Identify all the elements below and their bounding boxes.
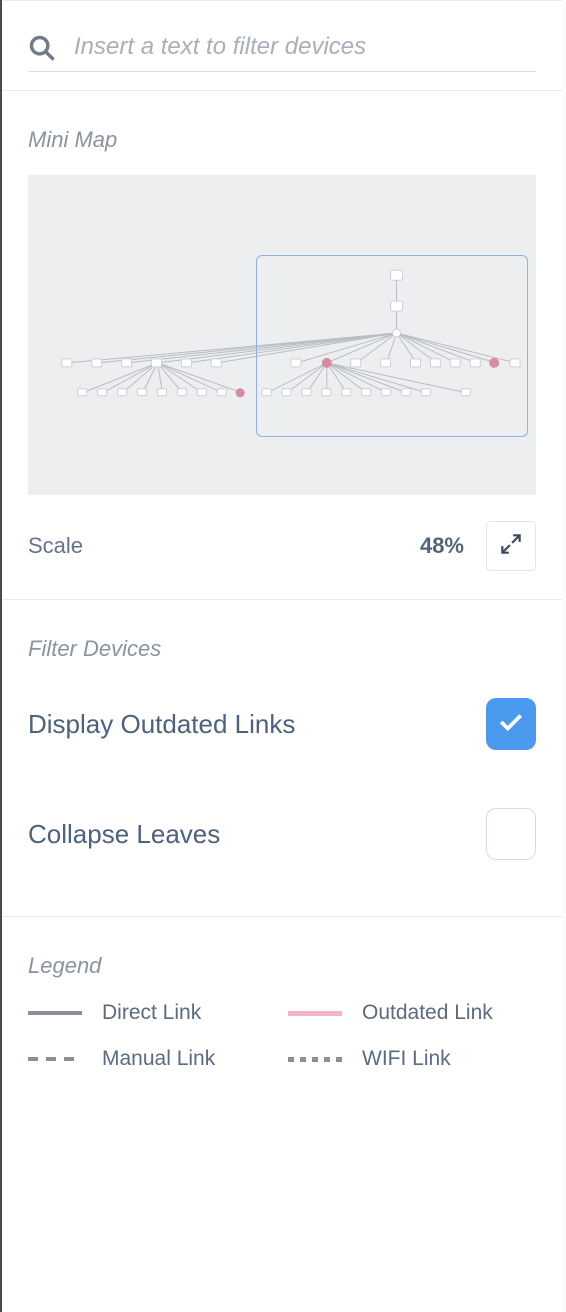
minimap-title: Mini Map xyxy=(28,127,536,153)
legend-label: Direct Link xyxy=(102,1001,201,1025)
filter-row-outdated: Display Outdated Links xyxy=(28,684,536,778)
scale-label: Scale xyxy=(28,533,83,559)
search-underline xyxy=(28,71,536,72)
legend-title: Legend xyxy=(28,953,536,979)
scale-value: 48% xyxy=(420,533,464,559)
search-row xyxy=(28,29,536,71)
minimap-viewport[interactable] xyxy=(256,255,528,437)
legend-label: Outdated Link xyxy=(362,1001,493,1025)
legend-section: Legend Direct Link Outdated Link Manual … xyxy=(2,917,562,1099)
search-icon xyxy=(28,34,56,67)
legend-swatch-solid-pink xyxy=(288,1011,342,1016)
legend-item-direct: Direct Link xyxy=(28,1001,276,1025)
legend-swatch-dash xyxy=(28,1057,82,1061)
filter-label-outdated: Display Outdated Links xyxy=(28,709,295,740)
scale-row: Scale 48% xyxy=(28,495,536,571)
legend-item-manual: Manual Link xyxy=(28,1047,276,1071)
fit-to-screen-button[interactable] xyxy=(486,521,536,571)
filter-title: Filter Devices xyxy=(28,636,536,662)
legend-item-outdated: Outdated Link xyxy=(288,1001,536,1025)
filter-row-collapse: Collapse Leaves xyxy=(28,778,536,888)
legend-label: Manual Link xyxy=(102,1047,215,1071)
legend-swatch-dots xyxy=(288,1057,342,1062)
expand-icon xyxy=(498,531,524,562)
minimap-canvas[interactable] xyxy=(28,175,536,495)
legend-item-wifi: WIFI Link xyxy=(288,1047,536,1071)
check-icon xyxy=(498,712,524,737)
checkbox-display-outdated[interactable] xyxy=(486,698,536,750)
search-section xyxy=(2,3,562,90)
legend-label: WIFI Link xyxy=(362,1047,451,1071)
scale-right-group: 48% xyxy=(420,521,536,571)
checkbox-collapse-leaves[interactable] xyxy=(486,808,536,860)
legend-grid: Direct Link Outdated Link Manual Link WI… xyxy=(28,1001,536,1071)
sidebar-panel: Mini Map xyxy=(2,0,562,1099)
device-filter-input[interactable] xyxy=(74,29,536,71)
legend-swatch-solid-grey xyxy=(28,1011,82,1015)
filter-label-collapse: Collapse Leaves xyxy=(28,819,220,850)
filter-section: Filter Devices Display Outdated Links Co… xyxy=(2,600,562,916)
minimap-section: Mini Map xyxy=(2,91,562,599)
